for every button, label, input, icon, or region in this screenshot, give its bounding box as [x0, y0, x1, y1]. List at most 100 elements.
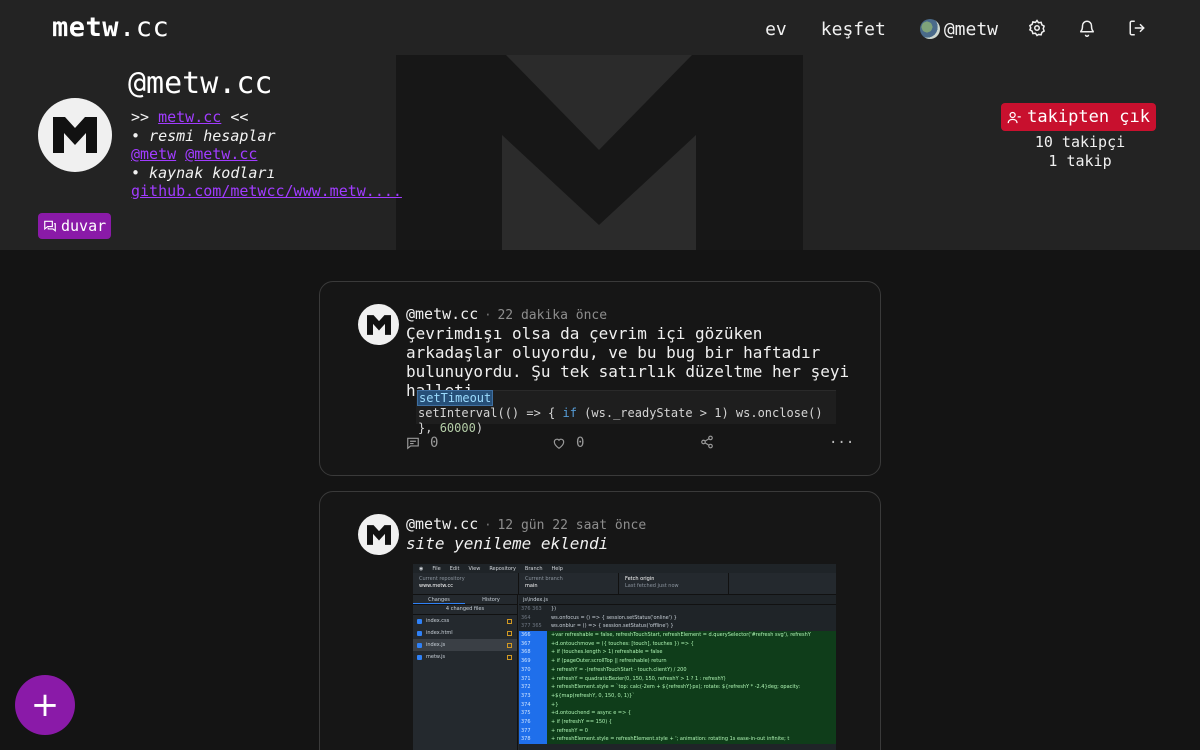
diff-line-code: + refreshElement.style = `top: calc(-2em… [551, 684, 801, 691]
post-code-image[interactable]: setTimeout setInterval(() => { if (ws._r… [416, 390, 836, 435]
following-count[interactable]: 1 takip [1010, 152, 1150, 170]
diff-line: 373 +${map(refreshY, 0, 150, 0, 1)}` [519, 691, 836, 701]
top-nav: ev keşfet @metw [731, 14, 1148, 44]
diff-line-code: +${map(refreshY, 0, 150, 0, 1)}` [551, 692, 635, 699]
wall-button[interactable]: duvar [38, 213, 112, 239]
bio-link-site[interactable]: metw.cc [158, 108, 221, 126]
m-logo-icon [366, 524, 391, 545]
comment-icon [407, 437, 419, 450]
diff-line: 367 +d.ontouchmove = ({ touches: [touch],… [519, 639, 836, 649]
diff-line-code: ws.onfocus = () => { session.setStatus('… [551, 614, 677, 621]
nav-explore-link[interactable]: keşfet [821, 14, 886, 44]
new-post-button[interactable]: + [15, 675, 75, 735]
heart-icon [553, 438, 565, 449]
post-actions: 0 0 ··· [406, 435, 854, 455]
post-avatar[interactable] [358, 514, 399, 555]
github-icon: ◉ [419, 565, 424, 572]
diff-line: 377 + refreshY = 0 [519, 726, 836, 736]
shot-file: index.html [413, 627, 517, 639]
like-button[interactable]: 0 [552, 435, 584, 451]
diff-line-number: 372 [519, 683, 547, 692]
diff-line-code: +var refreshable = false, refreshTouchSt… [551, 632, 811, 639]
bio-mention-metw[interactable]: @metw [131, 145, 176, 163]
profile-avatar [38, 98, 112, 172]
shot-file: metw.js [413, 651, 517, 663]
diff-line-number: 370 [519, 665, 547, 675]
shot-changes-panel: Changes History 4 changed files index.cs… [413, 595, 518, 750]
diff-line-number: 373 [519, 691, 547, 701]
shot-diff-lines: 376 363}) 364 ws.onfocus = () => { session… [519, 605, 836, 744]
post-avatar[interactable] [358, 304, 399, 345]
diff-line-code: + if (pageOuter.scrollTop || refreshable… [551, 658, 667, 665]
share-button[interactable] [700, 435, 714, 449]
shot-tabs: Changes History [413, 595, 517, 605]
gear-icon[interactable] [1028, 19, 1048, 39]
bell-icon[interactable] [1078, 19, 1098, 39]
bio-line-2: • resmi hesaplar [131, 126, 276, 145]
diff-line-code: + refreshY = 0 [551, 727, 588, 734]
bio-line-4: • kaynak kodları [131, 163, 276, 182]
diff-line-number: 378 [519, 735, 547, 744]
code-selected-text: setTimeout [416, 390, 494, 406]
nav-user-link[interactable]: @metw [919, 14, 998, 44]
post-author[interactable]: @metw.cc [406, 305, 478, 323]
post-author[interactable]: @metw.cc [406, 515, 478, 533]
shot-fetch: Fetch origin Last fetched just now [619, 573, 729, 594]
post-screenshot-image[interactable]: ◉ File Edit View Repository Branch Help … [413, 564, 836, 750]
diff-line-code: + if (refreshY == 150) { [551, 718, 612, 725]
followers-count[interactable]: 10 takipçi [1010, 133, 1150, 151]
post-text: Çevrimdışı olsa da çevrim içi gözüken ar… [406, 324, 850, 400]
bio-line-5: github.com/metwcc/www.metw.... [131, 182, 402, 201]
nav-home-link[interactable]: ev [765, 14, 787, 44]
diff-line-number: 377 [519, 726, 547, 736]
diff-line-number: 374 [519, 700, 547, 710]
diff-line: 376 363}) [519, 605, 836, 614]
like-count: 0 [576, 435, 585, 451]
comment-count: 0 [430, 435, 439, 451]
shot-toolbar: Current repository www.metw.cc Current b… [413, 573, 836, 595]
site-logo[interactable]: metw.cc [52, 12, 169, 43]
comment-button[interactable]: 0 [406, 435, 438, 451]
post-header: @metw.cc · 22 dakika önce [406, 305, 607, 323]
unfollow-button[interactable]: takipten çık [1001, 103, 1156, 131]
user-avatar [919, 19, 940, 39]
diff-line: 378 + refreshElement.style = refreshEleme… [519, 735, 836, 744]
diff-line-code: + refreshY = quadraticBezier(0, 150, 150… [551, 675, 726, 682]
shot-diff-panel: js\index.js 376 363}) 364 ws.onfocus = () … [519, 595, 836, 750]
post-text: site yenileme eklendi [406, 534, 609, 553]
shot-file: index.css [413, 615, 517, 627]
diff-line-code: + if (touches.length > 1) refreshable = … [551, 649, 663, 656]
bio-line-1: >> metw.cc << [131, 108, 249, 126]
bio-mention-metwcc[interactable]: @metw.cc [185, 145, 257, 163]
diff-line-number: 369 [519, 657, 547, 666]
separator-dot: · [484, 308, 492, 322]
diff-line-number: 376 363 [519, 605, 547, 614]
post-card: @metw.cc · 12 gün 22 saat önce site yenile… [319, 491, 881, 750]
shot-file: index.js [413, 639, 517, 651]
diff-line: 370 + refreshY = -(refreshTouchStart - to… [519, 665, 836, 675]
profile-name: @metw.cc [128, 66, 273, 101]
diff-line: 375 +d.ontouchend = async e => { [519, 709, 836, 718]
profile-bio: >> metw.cc << • resmi hesaplar @metw @me… [131, 108, 402, 201]
bio-link-github[interactable]: github.com/metwcc/www.metw.... [131, 182, 402, 200]
diff-line-number: 368 [519, 648, 547, 658]
diff-line: 376 + if (refreshY == 150) { [519, 717, 836, 727]
post-time: 22 dakika önce [497, 308, 608, 323]
diff-line: 369 + if (pageOuter.scrollTop || refresha… [519, 657, 836, 666]
m-logo-icon [53, 117, 97, 153]
post-card: @metw.cc · 22 dakika önce Çevrimdışı olsa … [319, 281, 881, 476]
separator-dot: · [484, 518, 492, 532]
diff-line: 368 + if (touches.length > 1) refreshable… [519, 648, 836, 658]
diff-line-code: ws.onblur = () => { session.setStatus('o… [551, 623, 674, 630]
diff-line-number: 376 [519, 717, 547, 727]
shot-menubar: ◉ File Edit View Repository Branch Help [413, 564, 836, 573]
more-options-button[interactable]: ··· [829, 435, 854, 451]
ellipsis-icon: ··· [829, 435, 855, 451]
profile-banner [396, 55, 803, 250]
logout-icon[interactable] [1128, 19, 1148, 39]
share-icon [701, 435, 713, 449]
diff-line-code: }) [551, 606, 557, 612]
diff-line: 366 +var refreshable = false, refreshTouc… [519, 631, 836, 640]
shot-branch: Current branch main [519, 573, 619, 594]
unfollow-button-label: takipten çık [1027, 107, 1150, 127]
